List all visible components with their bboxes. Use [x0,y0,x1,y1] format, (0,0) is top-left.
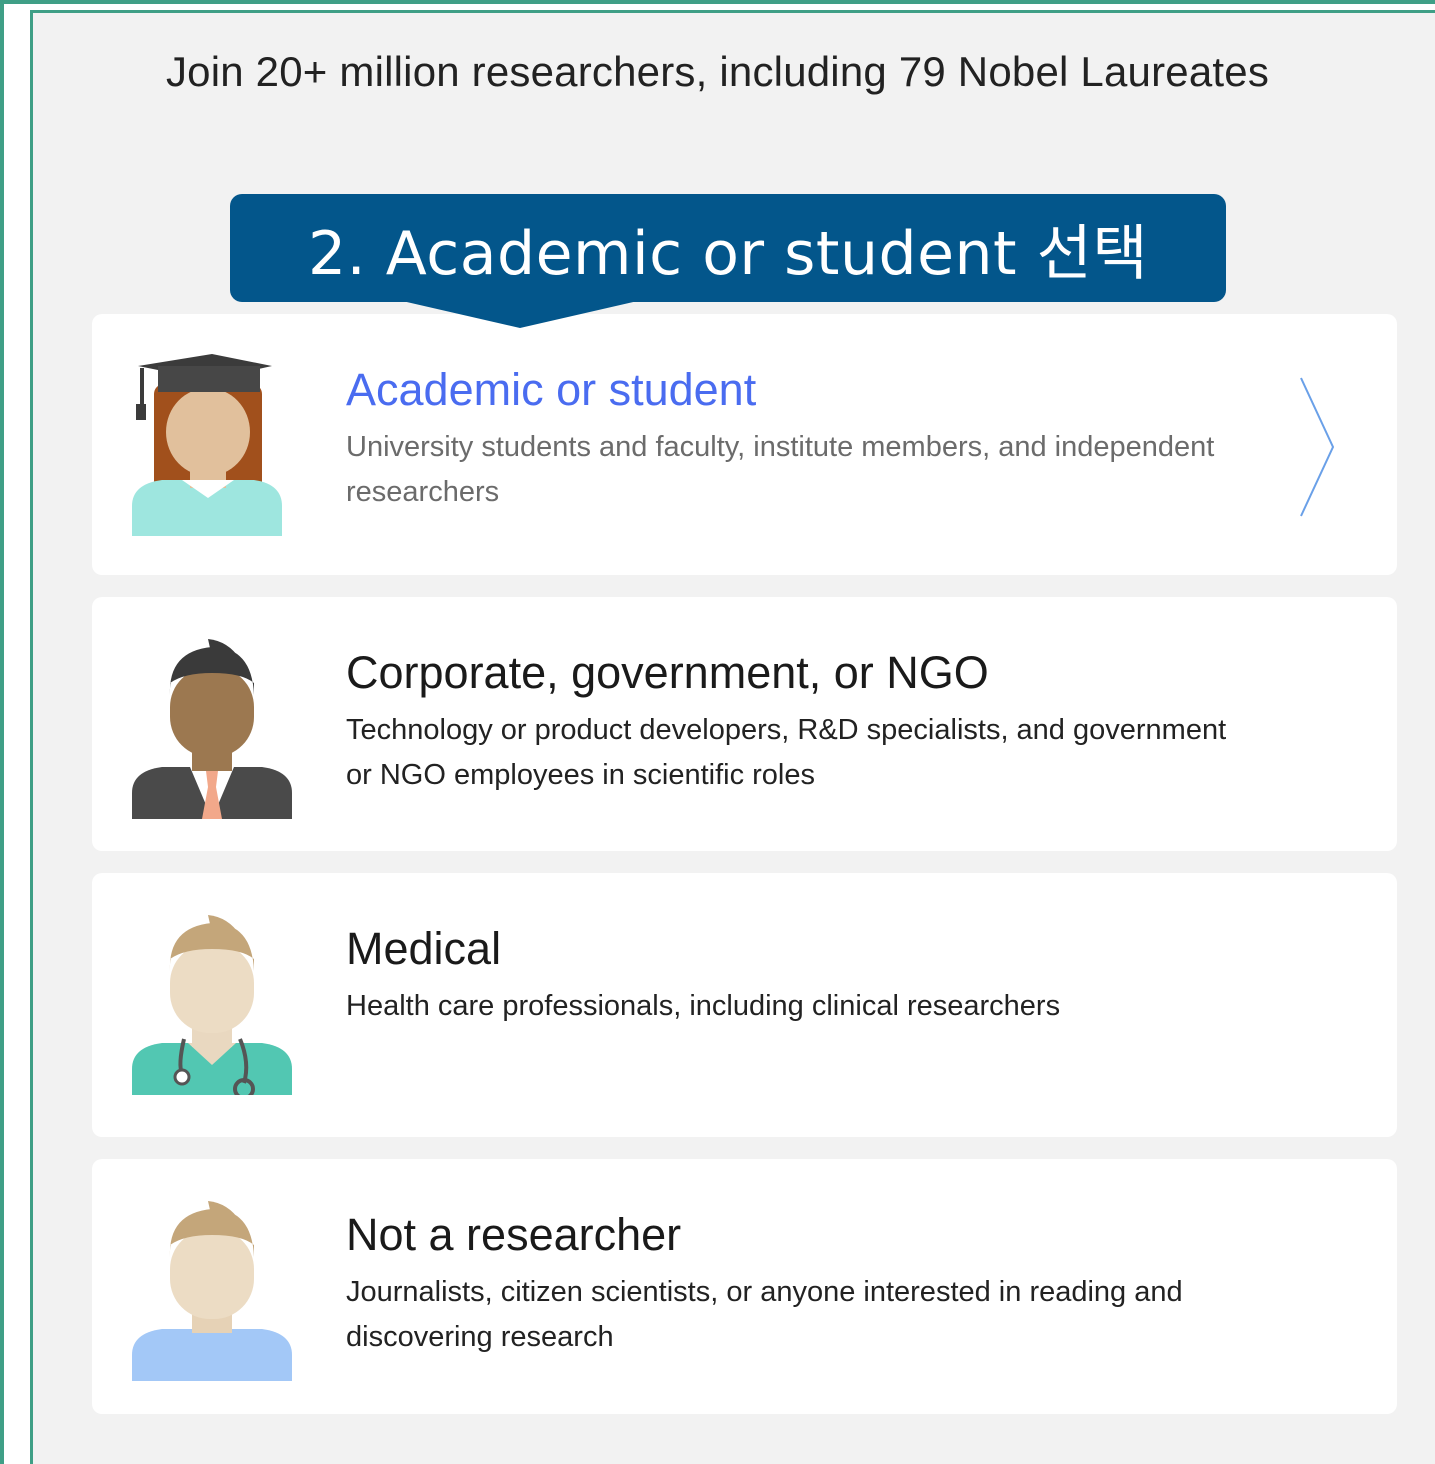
academic-avatar-icon [132,354,282,536]
instruction-callout: 2. Academic or student 선택 [230,194,1226,302]
obscured-question-heading [0,172,1435,196]
non-researcher-avatar-icon [132,1201,292,1381]
corporate-avatar-icon [132,639,292,819]
option-medical-title[interactable]: Medical [346,923,501,975]
option-corporate-card[interactable]: Corporate, government, or NGO Technology… [92,597,1397,851]
option-medical-card[interactable]: Medical Health care professionals, inclu… [92,873,1397,1137]
chevron-right-icon[interactable] [1297,376,1337,518]
option-corporate-title[interactable]: Corporate, government, or NGO [346,647,989,699]
medical-avatar-icon [132,915,292,1095]
option-not-researcher-description: Journalists, citizen scientists, or anyo… [346,1276,1183,1353]
option-academic-title[interactable]: Academic or student [346,364,756,416]
callout-pointer [398,300,642,328]
option-not-researcher-title[interactable]: Not a researcher [346,1209,681,1261]
option-academic-card[interactable]: Academic or student University students … [92,314,1397,575]
option-not-researcher-card[interactable]: Not a researcher Journalists, citizen sc… [92,1159,1397,1414]
option-medical-description: Health care professionals, including cli… [346,990,1061,1022]
page-tagline: Join 20+ million researchers, including … [165,48,1270,95]
option-academic-description: University students and faculty, institu… [346,431,1215,508]
option-corporate-description: Technology or product developers, R&D sp… [346,714,1227,791]
